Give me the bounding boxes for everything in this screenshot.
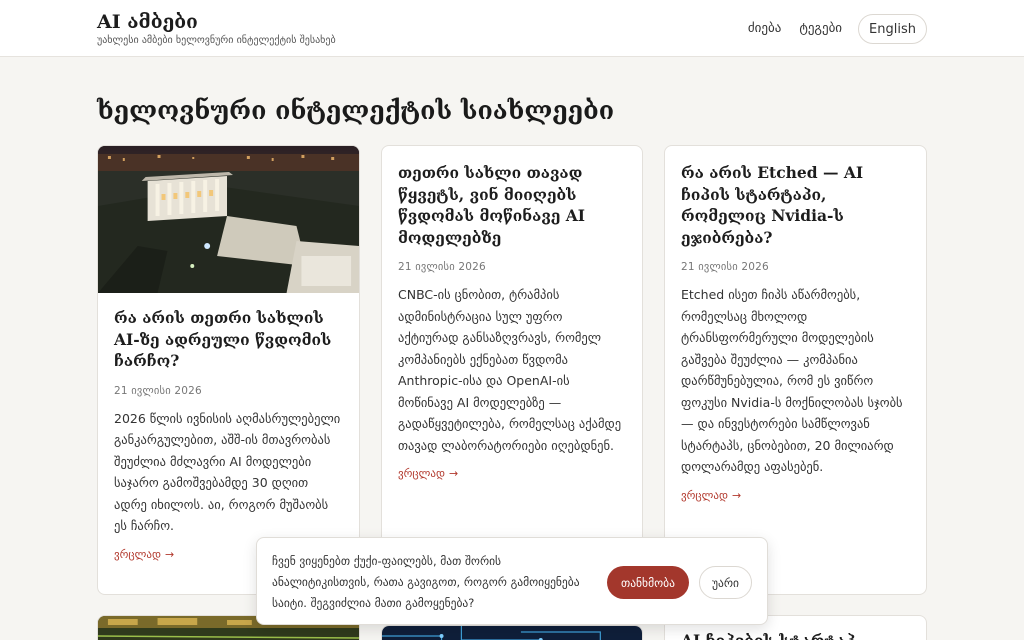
- read-more-label: ვრცლად: [681, 488, 728, 502]
- article-card[interactable]: რა არის თეთრი სახლის AI-ზე ადრეული წვდომ…: [97, 145, 360, 595]
- article-date: 21 ივლისი 2026: [398, 261, 486, 273]
- article-title[interactable]: თეთრი სახლი თავად წყვეტს, ვინ მიიღებს წვ…: [398, 162, 626, 248]
- article-title[interactable]: AI ჩიპების სტარტაპ: [681, 630, 910, 640]
- article-title[interactable]: რა არის Etched — AI ჩიპის სტარტაპი, რომე…: [681, 162, 910, 248]
- read-more-link[interactable]: ვრცლად →: [114, 548, 174, 562]
- arrow-right-icon: →: [164, 547, 175, 561]
- arrow-right-icon: →: [448, 467, 459, 480]
- read-more-label: ვრცლად: [114, 547, 161, 561]
- circuit-pattern-illustration[interactable]: [382, 626, 642, 640]
- arrow-right-icon: →: [731, 488, 742, 502]
- article-date: 21 ივლისი 2026: [681, 261, 769, 273]
- site-header: AI ამბები უახლესი ამბები ხელოვნური ინტელ…: [0, 0, 1024, 57]
- page-title: ხელოვნური ინტელექტის სიახლეები: [97, 96, 615, 125]
- article-card[interactable]: თეთრი სახლი თავად წყვეტს, ვინ მიიღებს წვ…: [381, 145, 643, 595]
- read-more-link[interactable]: ვრცლად →: [681, 489, 741, 503]
- cookie-consent-text: ჩვენ ვიყენებთ ქუქი-ფაილებს, მათ შორის ან…: [272, 554, 580, 610]
- article-card[interactable]: [381, 625, 643, 640]
- site-title[interactable]: AI ამბები: [97, 10, 336, 34]
- article-excerpt: Etched ისეთ ჩიპს აწარმოებს, რომელსაც მხო…: [681, 287, 903, 474]
- nav-tags-link[interactable]: ტეგები: [799, 14, 842, 44]
- article-card[interactable]: რა არის Etched — AI ჩიპის სტარტაპი, რომე…: [664, 145, 927, 595]
- white-house-night-photo[interactable]: [98, 146, 359, 293]
- article-excerpt: CNBC-ის ცნობით, ტრამპის ადმინისტრაცია სუ…: [398, 287, 622, 453]
- nav-search-link[interactable]: ძიება: [748, 14, 781, 44]
- article-date: 21 ივლისი 2026: [114, 384, 202, 397]
- read-more-label: ვრცლად: [398, 467, 445, 480]
- site-subtitle: უახლესი ამბები ხელოვნური ინტელექტის შესა…: [97, 35, 336, 46]
- brand[interactable]: AI ამბები უახლესი ამბები ხელოვნური ინტელ…: [97, 10, 336, 47]
- article-excerpt: 2026 წლის ივნისის აღმასრულებელი განკარგუ…: [114, 410, 341, 534]
- article-title[interactable]: რა არის თეთრი სახლის AI-ზე ადრეული წვდომ…: [114, 307, 343, 372]
- cookie-decline-button[interactable]: უარი: [699, 566, 752, 599]
- main-nav: ძიება ტეგები English: [748, 14, 927, 44]
- cookie-accept-button[interactable]: თანხმობა: [607, 566, 689, 599]
- language-switch-button[interactable]: English: [858, 14, 927, 44]
- cookie-consent-banner: ჩვენ ვიყენებთ ქუქი-ფაილებს, მათ შორის ან…: [256, 537, 768, 625]
- read-more-link[interactable]: ვრცლად →: [398, 467, 458, 481]
